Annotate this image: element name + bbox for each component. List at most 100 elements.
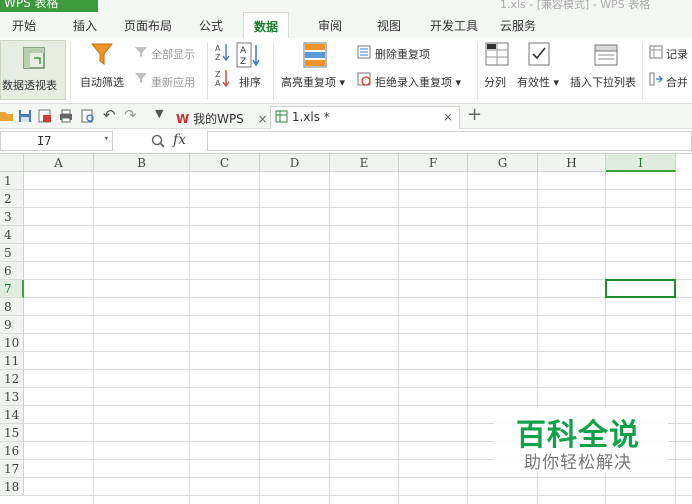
function-icon[interactable]: fx [173,132,186,148]
select-all-corner[interactable] [0,154,24,172]
column-header[interactable]: G [468,154,538,172]
reapply-button[interactable]: 重新应用 [151,74,195,90]
sort-ascending-icon: AZ [215,44,230,62]
auto-filter-button[interactable]: 自动筛选 [80,74,124,90]
name-box-dropdown-icon[interactable]: ▾ [104,134,109,144]
row-header[interactable]: 13 [0,388,24,406]
row-header[interactable]: 5 [0,244,24,262]
svg-text:A: A [240,46,247,56]
highlight-duplicates-label: 高亮重复项 [281,76,336,89]
tab-review[interactable]: 审阅 [318,17,342,34]
tab-page-layout[interactable]: 页面布局 [124,17,172,34]
grid-line [24,189,692,190]
column-header[interactable]: A [24,154,94,172]
merge-button[interactable]: 合并 [666,74,688,90]
row-header[interactable]: 15 [0,424,24,442]
row-header[interactable]: 11 [0,352,24,370]
formula-bar: I7 ▾ fx [0,129,692,154]
print-preview-icon[interactable] [81,109,95,123]
print-icon[interactable] [59,109,73,123]
tab-insert[interactable]: 插入 [73,17,97,34]
quick-access-bar: ↶ ↷ ▼ W 我的WPS × 1.xls * × + [0,104,692,129]
cell-name: I7 [37,134,52,148]
validity-label: 有效性 [517,76,550,89]
zoom-icon[interactable] [151,134,165,148]
tab-data[interactable]: 数据 [243,12,290,38]
tab-cloud[interactable]: 云服务 [500,17,536,34]
row-header[interactable]: 9 [0,316,24,334]
name-box[interactable]: I7 ▾ [0,131,113,151]
column-header[interactable]: C [190,154,260,172]
doc-tab-my-wps[interactable]: W 我的WPS × [176,106,268,129]
ribbon-separator [477,42,478,100]
grid-line [398,172,399,504]
active-cell[interactable] [605,279,676,298]
column-header[interactable]: D [260,154,330,172]
app-name: WPS 表格 [4,0,59,10]
close-icon[interactable]: × [258,112,268,126]
tab-formula[interactable]: 公式 [199,17,223,34]
reject-duplicates-label: 拒绝录入重复项 [375,76,452,89]
row-header[interactable]: 12 [0,370,24,388]
row-header[interactable]: 8 [0,298,24,316]
row-header[interactable]: 17 [0,460,24,478]
doc-tab-file[interactable]: 1.xls * × [270,106,460,129]
grid-line [93,172,94,504]
row-header[interactable]: 4 [0,226,24,244]
open-folder-icon[interactable] [0,109,14,123]
tab-view[interactable]: 视图 [377,17,401,34]
sort-button[interactable]: 排序 [239,74,261,90]
grid-line [24,297,692,298]
redo-icon[interactable]: ↷ [124,106,137,124]
row-header[interactable]: 2 [0,190,24,208]
pivot-table-button[interactable]: 数据透视表 [0,40,66,100]
reject-duplicates-button[interactable]: 拒绝录入重复项 ▾ [375,74,461,90]
tab-developer[interactable]: 开发工具 [430,17,478,34]
validity-button[interactable]: 有效性 ▾ [517,74,559,90]
formula-input[interactable] [207,131,692,151]
grid-line [329,172,330,504]
row-header[interactable]: 16 [0,442,24,460]
remove-duplicates-button[interactable]: 删除重复项 [375,46,430,62]
row-header[interactable]: 1 [0,172,24,190]
row-header[interactable]: 10 [0,334,24,352]
tab-home[interactable]: 开始 [12,17,36,34]
spreadsheet-file-icon [275,110,288,123]
sort-descending-icon: ZA [215,70,230,88]
column-header[interactable]: F [399,154,468,172]
insert-dropdown-button[interactable]: 插入下拉列表 [570,74,636,90]
row-header[interactable]: 6 [0,262,24,280]
save-icon[interactable] [18,109,32,123]
record-button[interactable]: 记录 [666,46,688,62]
svg-text:A: A [215,79,221,88]
export-pdf-icon[interactable] [38,109,52,123]
customize-toolbar-icon[interactable]: ▼ [155,107,163,120]
grid-line [467,172,468,504]
column-header[interactable]: H [538,154,606,172]
pivot-table-label: 数据透视表 [2,79,57,92]
ribbon-separator [642,42,643,100]
highlight-duplicates-button[interactable]: 高亮重复项 ▾ [281,74,345,90]
text-to-columns-button[interactable]: 分列 [484,74,506,90]
column-header[interactable]: I [606,154,676,172]
app-logo[interactable]: WPS 表格 [0,0,98,12]
validity-icon [528,42,550,66]
close-icon[interactable]: × [443,110,453,124]
pivot-table-icon [23,47,45,69]
show-all-button[interactable]: 全部显示 [151,46,195,62]
grid-line [24,351,692,352]
watermark: 百科全说 助你轻松解决 [494,408,668,473]
row-header[interactable]: 3 [0,208,24,226]
grid-line [24,405,692,406]
column-header[interactable]: E [330,154,399,172]
ribbon: 数据透视表 自动筛选 全部显示 重新应用 AZ AZ ZA 排序 高亮重复项 ▾… [0,38,692,104]
undo-icon[interactable]: ↶ [103,106,116,124]
row-header[interactable]: 14 [0,406,24,424]
menu-bar: 开始 插入 页面布局 公式 数据 审阅 视图 开发工具 云服务 [0,12,692,38]
new-tab-icon[interactable]: + [467,104,482,125]
row-header[interactable]: 18 [0,478,24,496]
row-header[interactable]: 7 [0,280,24,298]
svg-text:Z: Z [215,70,221,79]
column-header[interactable]: B [94,154,190,172]
record-icon [649,45,663,59]
